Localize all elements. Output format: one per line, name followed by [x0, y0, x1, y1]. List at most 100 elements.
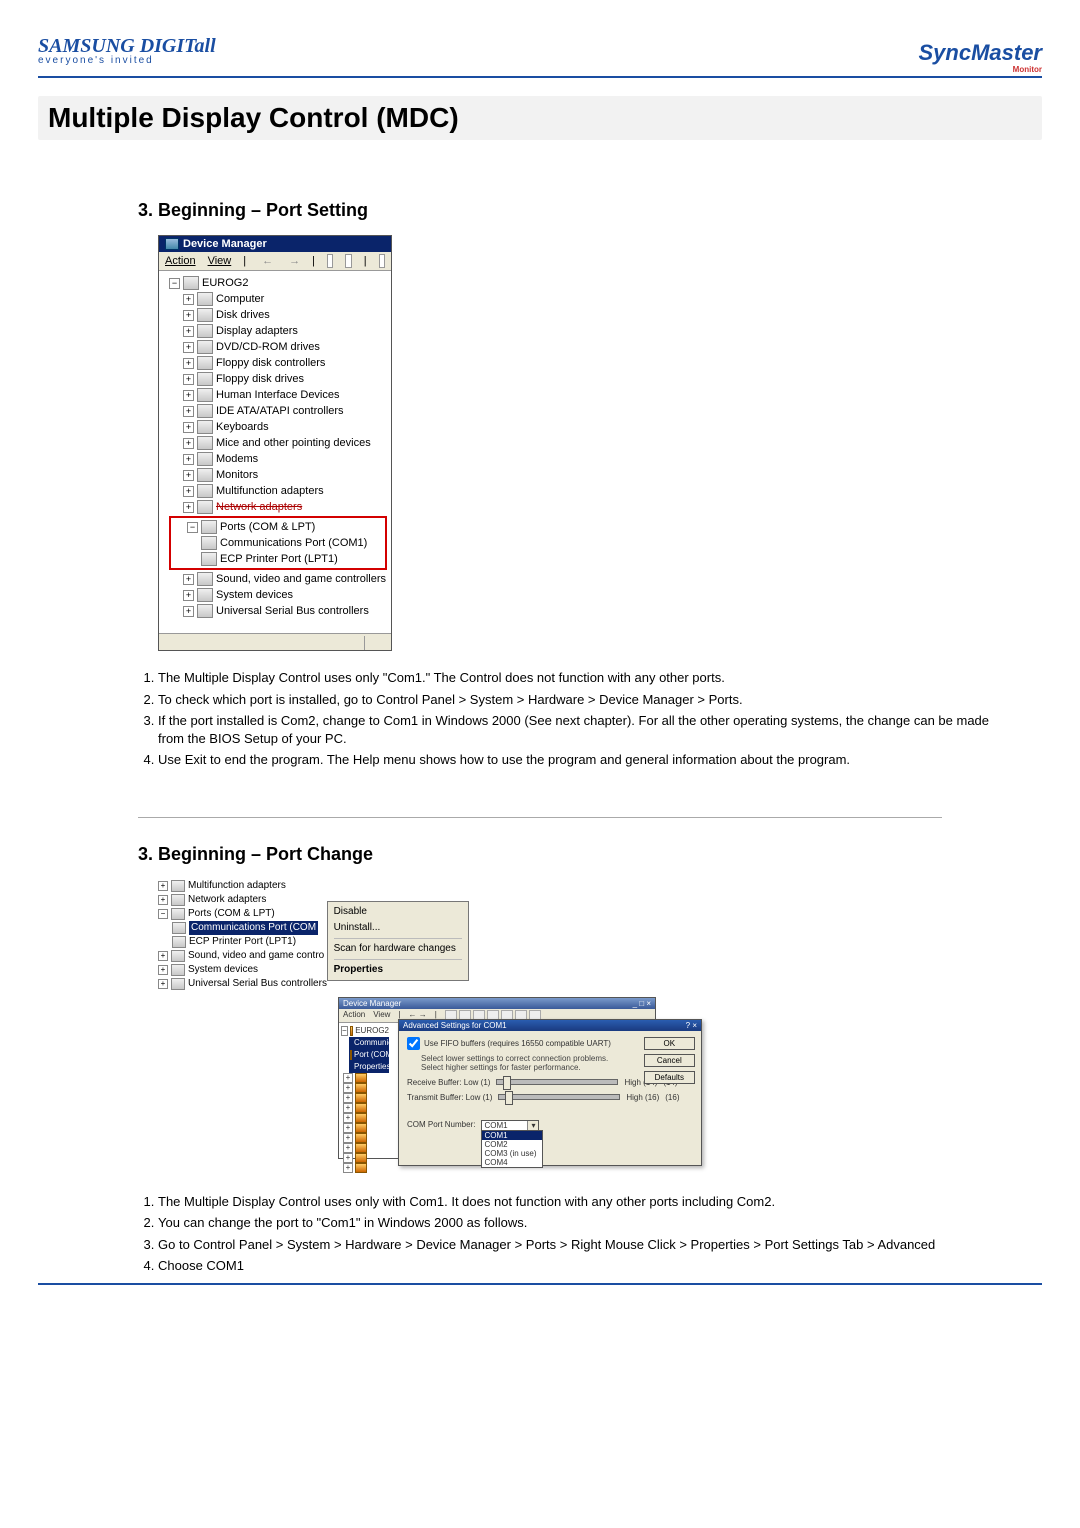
ctx-disable[interactable]: Disable	[334, 904, 462, 920]
dd-option[interactable]: COM2	[482, 1140, 542, 1149]
tree-item[interactable]: + Keyboards	[169, 419, 387, 435]
expand-icon[interactable]: +	[183, 422, 194, 433]
expand-icon[interactable]: +	[158, 951, 168, 961]
toolbar-sep3: |	[364, 255, 367, 267]
ctx-scan[interactable]: Scan for hardware changes	[334, 941, 462, 957]
expand-icon[interactable]: +	[183, 390, 194, 401]
tree-item[interactable]: +Modems	[169, 451, 387, 467]
com-port-select[interactable]: COM1 ▾ COM1 COM2 COM3 (in use) COM4	[481, 1120, 539, 1131]
slider-handle[interactable]	[505, 1091, 513, 1105]
tree-item[interactable]: +Floppy disk controllers	[169, 355, 387, 371]
nav-fwd-icon[interactable]: →	[289, 255, 300, 267]
ctx-uninstall[interactable]: Uninstall...	[334, 920, 462, 936]
expand-icon[interactable]: +	[183, 470, 194, 481]
rx-slider[interactable]	[496, 1079, 618, 1085]
tree-item[interactable]: +Sound, video and game contro	[158, 949, 327, 963]
dd-option[interactable]: COM3 (in use)	[482, 1149, 542, 1158]
toolbar-icon-3[interactable]	[379, 254, 385, 268]
cancel-button[interactable]: Cancel	[644, 1054, 695, 1067]
help-close-icons[interactable]: ? ×	[686, 1021, 697, 1030]
expand-icon[interactable]: +	[183, 294, 194, 305]
tree-item[interactable]: + Human Interface Devices	[169, 387, 387, 403]
expand-icon[interactable]: +	[158, 895, 168, 905]
expand-icon[interactable]: +	[183, 502, 194, 513]
footer-divider	[38, 1283, 1042, 1285]
tree-label: Human Interface Devices	[216, 387, 340, 403]
expand-icon[interactable]: +	[183, 406, 194, 417]
tree-item-ports[interactable]: −Ports (COM & LPT)	[158, 907, 327, 921]
category-icon	[197, 292, 213, 306]
ok-button[interactable]: OK	[644, 1037, 695, 1050]
defaults-button[interactable]: Defaults	[644, 1071, 695, 1084]
expand-icon[interactable]: +	[183, 342, 194, 353]
toolbar-icon-2[interactable]	[345, 254, 351, 268]
expand-icon[interactable]: +	[183, 310, 194, 321]
note-item: If the port installed is Com2, change to…	[158, 712, 1042, 747]
tree-label: ECP Printer Port (LPT1)	[189, 935, 296, 949]
collapse-icon[interactable]: −	[187, 522, 198, 533]
chevron-down-icon[interactable]: ▾	[527, 1121, 538, 1130]
expand-icon[interactable]: +	[183, 326, 194, 337]
expand-icon[interactable]: +	[183, 606, 194, 617]
expand-icon[interactable]: +	[158, 979, 168, 989]
advanced-body: OK Cancel Defaults Use FIFO buffers (req…	[399, 1031, 701, 1165]
menu-view[interactable]: View	[208, 255, 232, 267]
tree-item[interactable]: +Sound, video and game controllers	[169, 571, 387, 587]
tree-item[interactable]: +DVD/CD-ROM drives	[169, 339, 387, 355]
expand-icon[interactable]: +	[183, 590, 194, 601]
tree-label: Keyboards	[216, 419, 269, 435]
tree-root[interactable]: −EUROG2	[169, 275, 387, 291]
tx-slider[interactable]	[498, 1094, 620, 1100]
tree-item[interactable]: +Universal Serial Bus controllers	[169, 603, 387, 619]
expand-icon[interactable]: +	[183, 574, 194, 585]
fifo-checkbox[interactable]	[407, 1037, 420, 1050]
dd-option[interactable]: COM1	[482, 1131, 542, 1140]
tree-item[interactable]: + IDE ATA/ATAPI controllers	[169, 403, 387, 419]
expand-icon[interactable]: +	[183, 358, 194, 369]
dd-list: COM1 COM2 COM3 (in use) COM4	[481, 1130, 543, 1168]
tree-item[interactable]: +Multifunction adapters	[158, 879, 327, 893]
menu-action[interactable]: Action	[343, 1010, 365, 1021]
tree-label: IDE ATA/ATAPI controllers	[216, 403, 344, 419]
collapse-icon[interactable]: −	[341, 1026, 348, 1036]
collapse-icon[interactable]: −	[158, 909, 168, 919]
tree-item-network[interactable]: +Network adapters	[169, 499, 387, 515]
nav-back-icon[interactable]: ←	[262, 255, 273, 267]
tree-item[interactable]: +System devices	[169, 587, 387, 603]
tree-item[interactable]: +Monitors	[169, 467, 387, 483]
tree-item[interactable]: +Floppy disk drives	[169, 371, 387, 387]
tree-item-com1[interactable]: Communications Port (COM1)	[173, 535, 383, 551]
tree-item[interactable]: +Network adapters	[158, 893, 327, 907]
menu-action[interactable]: Action	[165, 255, 196, 267]
tree-item[interactable]: + Multifunction adapters	[169, 483, 387, 499]
tree-item[interactable]: +Disk drives	[169, 307, 387, 323]
tree-item[interactable]: + Universal Serial Bus controllers	[158, 977, 327, 991]
dd-option[interactable]: COM4	[482, 1158, 542, 1167]
tree-label: Universal Serial Bus controllers	[188, 977, 327, 991]
expand-icon[interactable]: +	[158, 965, 168, 975]
collapse-icon[interactable]: −	[169, 278, 180, 289]
menu-view[interactable]: View	[373, 1010, 390, 1021]
tx-hi: High (16)	[626, 1093, 659, 1102]
window-controls-icon[interactable]: _ □ ×	[633, 999, 651, 1008]
tree-label: Multifunction adapters	[216, 483, 324, 499]
tree-item[interactable]: +System devices	[158, 963, 327, 977]
tree-item-lpt[interactable]: ECP Printer Port (LPT1)	[158, 935, 327, 949]
tree-item-lpt1[interactable]: ECP Printer Port (LPT1)	[173, 551, 383, 567]
slider-handle[interactable]	[503, 1076, 511, 1090]
tree-item[interactable]: +Mice and other pointing devices	[169, 435, 387, 451]
toolbar-icon-1[interactable]	[327, 254, 333, 268]
tree-item-com-selected[interactable]: Communications Port (COM	[158, 921, 327, 935]
tree-item[interactable]: +Display adapters	[169, 323, 387, 339]
expand-icon[interactable]: +	[183, 486, 194, 497]
tree-item[interactable]: +Computer	[169, 291, 387, 307]
expand-icon[interactable]: +	[158, 881, 168, 891]
expand-icon[interactable]: +	[183, 454, 194, 465]
toolbar-sep2: |	[312, 255, 315, 267]
selected-row[interactable]: Communications Port (COM1) Properties	[349, 1037, 389, 1073]
tree-item-ports[interactable]: −Ports (COM & LPT)	[173, 519, 383, 535]
expand-icon[interactable]: +	[183, 374, 194, 385]
expand-icon[interactable]: +	[183, 438, 194, 449]
category-icon	[197, 388, 213, 402]
ctx-properties[interactable]: Properties	[334, 962, 462, 978]
